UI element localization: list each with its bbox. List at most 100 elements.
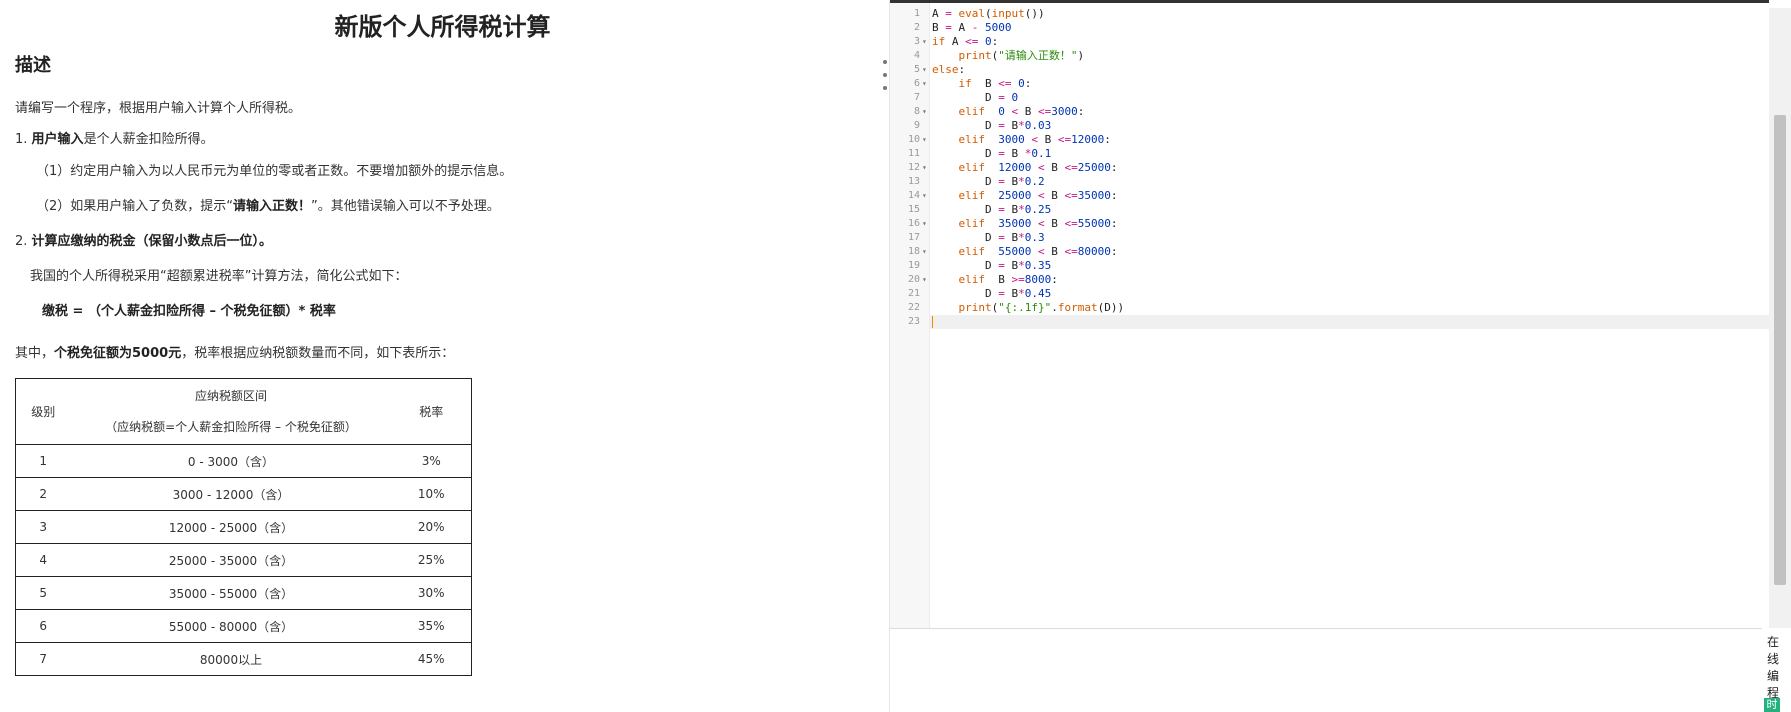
note-text: 其中，个税免征额为5000元，税率根据应纳税额数量而不同，如下表所示： — [15, 345, 454, 363]
code-text[interactable]: D = B*0.45 — [930, 287, 1051, 300]
code-text[interactable]: D = B*0.3 — [930, 231, 1045, 244]
fold-arrow-icon[interactable]: ▾ — [922, 63, 927, 77]
cell-range: 0 - 3000（含） — [70, 444, 392, 478]
resize-handle-icon[interactable] — [882, 60, 888, 90]
code-line[interactable]: 16 ▾ elif 35000 < B <=55000: — [908, 217, 1769, 231]
problem-title: 新版个人所得税计算 — [334, 13, 551, 41]
item-1-sub-2-a: （2）如果用户输入了负数，提示“ — [36, 199, 234, 214]
code-line[interactable]: 3 ▾ if A <= 0: — [914, 35, 1769, 49]
line-number: 4 — [913, 50, 920, 61]
intro-text: 请编写一个程序，根据用户输入计算个人所得税。 — [15, 101, 302, 116]
line-number: 15 — [907, 204, 920, 215]
header-level: 级别 — [15, 378, 71, 445]
code-line[interactable]: 8 ▾ elif 0 < B <=3000: — [914, 105, 1769, 119]
code-line[interactable]: 9 D = B*0.03 — [914, 119, 1769, 133]
line-number: 8 — [913, 106, 920, 117]
line-number: 6 — [913, 78, 920, 89]
fold-arrow-icon[interactable]: ▾ — [922, 133, 927, 147]
code-line[interactable]: 2 B = A - 5000 — [914, 21, 1769, 35]
cell-level: 5 — [15, 576, 71, 610]
code-line[interactable]: 12 ▾ elif 12000 < B <=25000: — [908, 161, 1769, 175]
code-line[interactable]: 15 D = B*0.25 — [908, 203, 1769, 217]
code-text[interactable]: else: — [930, 63, 965, 76]
fold-arrow-icon[interactable]: ▾ — [922, 105, 927, 119]
line-number: 2 — [913, 22, 920, 33]
fold-arrow-icon[interactable]: ▾ — [922, 189, 927, 203]
side-tab[interactable]: 时 — [1764, 698, 1780, 712]
code-line[interactable]: 1 A = eval(input()) — [914, 7, 1769, 21]
line-number: 20 — [907, 274, 920, 285]
line-number: 9 — [913, 120, 920, 131]
code-text[interactable]: elif 25000 < B <=35000: — [930, 189, 1118, 202]
table-row: 10 - 3000（含） 3% — [15, 444, 472, 478]
item-1-sub-2: （2）如果用户输入了负数，提示“请输入正数！”。其他错误输入可以不予处理。 — [36, 198, 500, 216]
code-text[interactable]: D = B*0.35 — [930, 259, 1051, 272]
cell-rate: 35% — [391, 609, 472, 643]
code-line[interactable]: 21 D = B*0.45 — [908, 287, 1769, 301]
code-line[interactable]: 6 ▾ if B <= 0: — [914, 77, 1769, 91]
code-text[interactable]: D = B*0.03 — [930, 119, 1051, 132]
fold-arrow-icon[interactable]: ▾ — [922, 217, 927, 231]
code-line[interactable]: 5 ▾ else: — [914, 63, 1769, 77]
code-text[interactable]: A = eval(input()) — [930, 7, 1045, 20]
line-number: 17 — [907, 232, 920, 243]
code-line[interactable]: 23 — [908, 315, 1769, 329]
table-row: 3 12000 - 25000（含） 20% — [15, 510, 472, 544]
code-line[interactable]: 17 D = B*0.3 — [908, 231, 1769, 245]
line-number: 21 — [907, 288, 920, 299]
code-text[interactable]: elif 55000 < B <=80000: — [930, 245, 1118, 258]
code-line[interactable]: 18 ▾ elif 55000 < B <=80000: — [908, 245, 1769, 259]
cell-level: 4 — [15, 543, 71, 577]
code-line[interactable]: 22 print("{:.1f}".format(D)) — [908, 301, 1769, 315]
item-1-number: 1. — [15, 132, 32, 147]
cell-range: 55000 - 80000（含） — [70, 609, 392, 643]
code-line[interactable]: 7 D = 0 — [914, 91, 1769, 105]
problem-pane: 新版个人所得税计算 描述 请编写一个程序，根据用户输入计算个人所得税。 1. 用… — [0, 0, 885, 712]
cell-level: 1 — [15, 444, 71, 478]
code-line[interactable]: 10 ▾ elif 3000 < B <=12000: — [908, 133, 1769, 147]
fold-arrow-icon[interactable]: ▾ — [922, 35, 927, 49]
cell-level: 2 — [15, 477, 71, 511]
note-a: 其中， — [15, 346, 55, 361]
code-line[interactable]: 4 print("请输入正数！") — [914, 49, 1769, 63]
code-text[interactable]: print("请输入正数！") — [930, 49, 1085, 62]
code-editor[interactable]: 1A = eval(input()) 2 B = A - 5000 3 ▾ if A <=… — [890, 0, 1769, 628]
fold-arrow-icon[interactable]: ▾ — [922, 245, 927, 259]
output-panel[interactable] — [890, 628, 1762, 712]
code-line[interactable]: 14 ▾ elif 25000 < B <=35000: — [908, 189, 1769, 203]
cell-range: 80000以上 — [70, 642, 392, 676]
cell-range: 35000 - 55000（含） — [70, 576, 392, 610]
cell-rate: 45% — [391, 642, 472, 676]
code-text[interactable]: D = B*0.25 — [930, 203, 1051, 216]
code-text[interactable]: elif 35000 < B <=55000: — [930, 217, 1118, 230]
line-number: 23 — [907, 316, 920, 327]
editor-scrollbar-thumb[interactable] — [1774, 115, 1786, 585]
code-line[interactable]: 19 D = B*0.35 — [908, 259, 1769, 273]
code-text[interactable]: print("{:.1f}".format(D)) — [930, 301, 1125, 314]
code-text[interactable]: B = A - 5000 — [930, 21, 1012, 34]
code-text[interactable]: elif 12000 < B <=25000: — [930, 161, 1118, 174]
code-text[interactable]: if A <= 0: — [930, 35, 998, 48]
code-text[interactable]: elif 3000 < B <=12000: — [930, 133, 1111, 146]
code-text[interactable]: if B <= 0: — [930, 77, 1032, 90]
line-number: 12 — [907, 162, 920, 173]
code-text[interactable]: D = B *0.1 — [930, 147, 1051, 160]
table-row: 7 80000以上 45% — [15, 642, 472, 676]
item-1-rest: 是个人薪金扣险所得。 — [83, 132, 214, 147]
code-line[interactable]: 20 ▾ elif B >=8000: — [908, 273, 1769, 287]
code-text[interactable]: elif 0 < B <=3000: — [930, 105, 1085, 118]
code-text[interactable]: D = B*0.2 — [930, 175, 1045, 188]
code-line[interactable]: 13 D = B*0.2 — [908, 175, 1769, 189]
cell-level: 6 — [15, 609, 71, 643]
cell-range: 12000 - 25000（含） — [70, 510, 392, 544]
code-area[interactable]: 1A = eval(input()) 2 B = A - 5000 3 ▾ if A <=… — [908, 7, 1769, 329]
header-range-line1: 应纳税额区间 — [194, 389, 267, 403]
table-row: 6 55000 - 80000（含） 35% — [15, 609, 472, 643]
fold-arrow-icon[interactable]: ▾ — [922, 161, 927, 175]
item-1-sub-2-bold: 请输入正数！ — [233, 199, 312, 214]
fold-arrow-icon[interactable]: ▾ — [922, 77, 927, 91]
fold-arrow-icon[interactable]: ▾ — [922, 273, 927, 287]
code-line[interactable]: 11 D = B *0.1 — [908, 147, 1769, 161]
code-text[interactable]: D = 0 — [930, 91, 1018, 104]
code-text[interactable]: elif B >=8000: — [930, 273, 1058, 286]
